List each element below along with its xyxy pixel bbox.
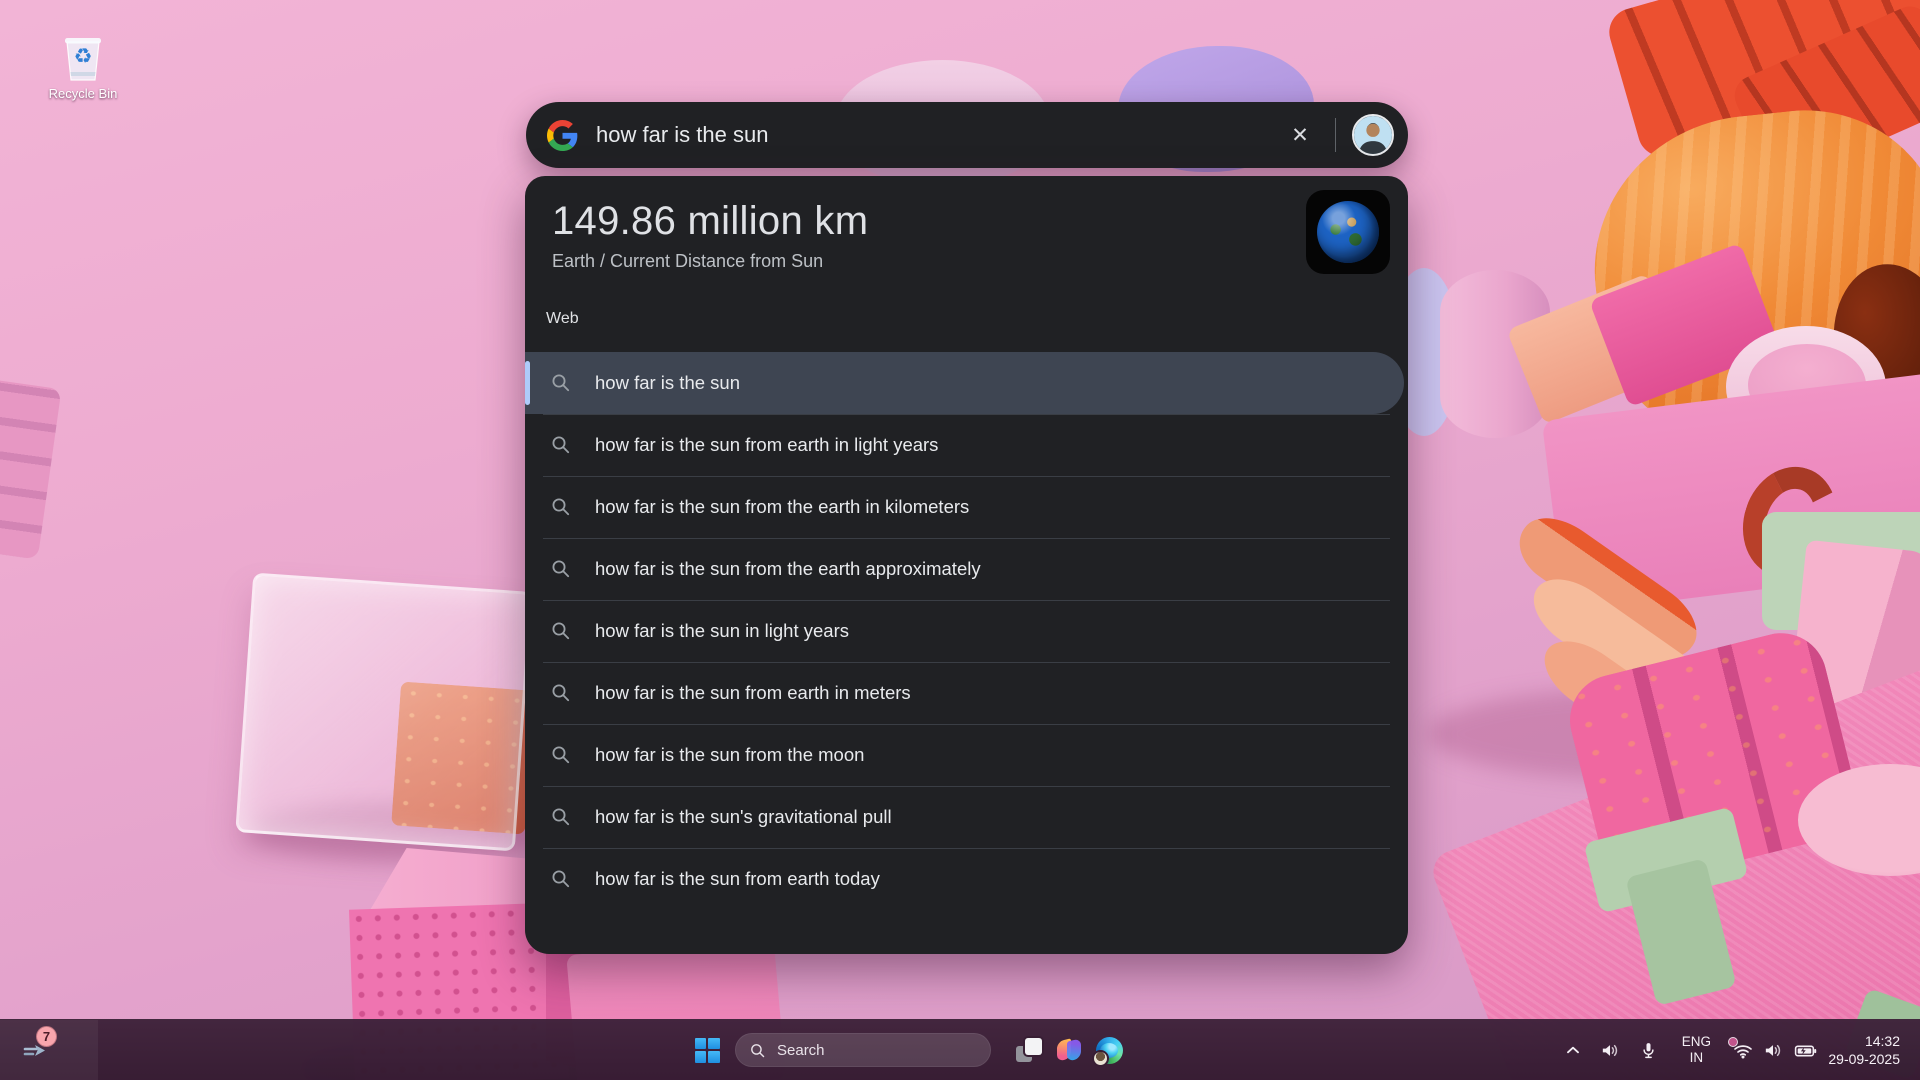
search-results-panel: 149.86 million km Earth / Current Distan… xyxy=(525,176,1408,954)
language-indicator[interactable]: ENG IN xyxy=(1676,1034,1716,1066)
search-icon xyxy=(549,495,573,519)
volume-button[interactable] xyxy=(1762,1039,1785,1062)
suggestion-text: how far is the sun from earth today xyxy=(595,868,880,890)
audio-output-button[interactable] xyxy=(1599,1039,1622,1062)
suggestion-text: how far is the sun from the earth in kil… xyxy=(595,496,969,518)
earth-globe-image xyxy=(1317,201,1379,263)
start-button[interactable] xyxy=(687,1030,727,1070)
wallpaper-shape xyxy=(0,376,62,559)
edge-profile-badge xyxy=(1092,1050,1109,1067)
search-icon xyxy=(549,681,573,705)
taskbar: 7 Search xyxy=(0,1019,1920,1080)
web-section-label: Web xyxy=(546,310,579,328)
search-icon xyxy=(549,371,573,395)
suggestion-row[interactable]: how far is the sun from the earth approx… xyxy=(525,538,1408,600)
search-icon xyxy=(549,805,573,829)
speaker-icon xyxy=(1599,1039,1622,1062)
search-icon xyxy=(549,433,573,457)
suggestion-text: how far is the sun's gravitational pull xyxy=(595,806,892,828)
speaker-icon xyxy=(1762,1039,1785,1062)
profile-avatar[interactable] xyxy=(1352,114,1394,156)
suggestion-row[interactable]: how far is the sun in light years xyxy=(525,600,1408,662)
suggestion-text: how far is the sun from earth in light y… xyxy=(595,434,938,456)
widgets-button[interactable]: 7 xyxy=(0,1020,98,1080)
suggestion-text: how far is the sun xyxy=(595,372,740,394)
recycle-bin-label: Recycle Bin xyxy=(46,86,120,101)
recycle-symbol: ♻ xyxy=(74,46,93,67)
search-query-text[interactable]: how far is the sun xyxy=(596,122,768,148)
clear-search-button[interactable]: ✕ xyxy=(1281,116,1319,154)
edge-icon xyxy=(1096,1037,1123,1064)
google-search-bar[interactable]: how far is the sun ✕ xyxy=(526,102,1408,168)
chevron-up-icon xyxy=(1562,1039,1584,1061)
close-icon: ✕ xyxy=(1291,123,1309,148)
suggestion-row[interactable]: how far is the sun from earth in light y… xyxy=(525,414,1408,476)
suggestion-text: how far is the sun from the moon xyxy=(595,744,864,766)
search-icon xyxy=(549,557,573,581)
suggestion-text: how far is the sun from earth in meters xyxy=(595,682,911,704)
search-icon xyxy=(549,867,573,891)
search-bar-actions: ✕ xyxy=(1281,114,1408,156)
taskbar-center: Search xyxy=(687,1020,1129,1080)
battery-button[interactable] xyxy=(1793,1038,1818,1063)
search-icon xyxy=(749,1042,766,1059)
suggestion-row[interactable]: how far is the sun's gravitational pull xyxy=(525,786,1408,848)
taskbar-search-box[interactable]: Search xyxy=(735,1033,991,1067)
suggestion-text: how far is the sun in light years xyxy=(595,620,849,642)
search-icon xyxy=(549,619,573,643)
vertical-divider xyxy=(1335,118,1336,152)
task-view-icon xyxy=(1016,1038,1042,1062)
clock[interactable]: 14:32 29-09-2025 xyxy=(1828,1032,1900,1068)
copilot-icon xyxy=(1056,1037,1082,1063)
suggestion-row[interactable]: how far is the sun from the moon xyxy=(525,724,1408,786)
copilot-button[interactable] xyxy=(1049,1030,1089,1070)
earth-thumbnail[interactable] xyxy=(1306,190,1390,274)
desktop: ♻ Recycle Bin how far is the sun ✕ xyxy=(0,0,1920,1080)
suggestion-text: how far is the sun from the earth approx… xyxy=(595,558,981,580)
notification-badge: 7 xyxy=(36,1026,57,1047)
network-button[interactable] xyxy=(1731,1038,1755,1062)
suggestion-row[interactable]: how far is the sun from earth today xyxy=(525,848,1408,910)
date: 29-09-2025 xyxy=(1828,1050,1900,1068)
answer-value: 149.86 million km xyxy=(552,196,1288,246)
wallpaper-shape xyxy=(235,573,532,852)
time: 14:32 xyxy=(1828,1032,1900,1050)
microphone-button[interactable] xyxy=(1638,1040,1659,1061)
answer-block: 149.86 million km Earth / Current Distan… xyxy=(552,196,1288,272)
taskbar-search-placeholder: Search xyxy=(777,1042,825,1059)
suggestion-row[interactable]: how far is the sun from earth in meters xyxy=(525,662,1408,724)
suggestion-row[interactable]: how far is the sun from the earth in kil… xyxy=(525,476,1408,538)
windows-logo-icon xyxy=(695,1038,720,1063)
answer-description: Earth / Current Distance from Sun xyxy=(552,251,1288,272)
task-view-button[interactable] xyxy=(1009,1030,1049,1070)
suggestion-list: how far is the sun how far is the sun fr… xyxy=(525,352,1408,910)
microphone-icon xyxy=(1638,1040,1659,1061)
search-icon xyxy=(549,743,573,767)
language-line1: ENG xyxy=(1676,1034,1716,1050)
recycle-bin-desktop-icon[interactable]: ♻ Recycle Bin xyxy=(46,32,120,101)
hidden-icons-chevron[interactable] xyxy=(1562,1039,1584,1061)
google-logo-icon xyxy=(547,120,578,151)
system-tray: ENG IN xyxy=(1562,1020,1920,1080)
suggestion-row-selected[interactable]: how far is the sun xyxy=(525,352,1404,414)
battery-icon xyxy=(1793,1038,1818,1063)
edge-button[interactable] xyxy=(1089,1030,1129,1070)
language-line2: IN xyxy=(1676,1050,1716,1066)
recycle-bin-icon: ♻ xyxy=(60,32,106,84)
